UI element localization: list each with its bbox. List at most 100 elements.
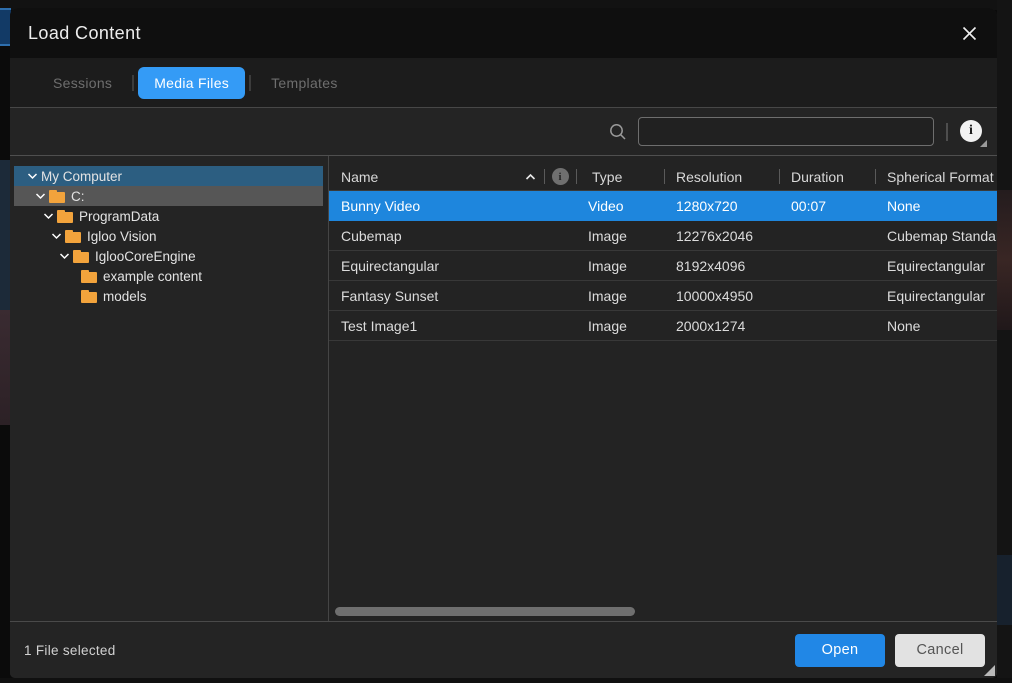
tree-item-label: C: <box>71 189 85 204</box>
corner-triangle-icon <box>980 140 987 147</box>
folder-icon <box>81 270 98 283</box>
tree-item-my-computer[interactable]: My Computer <box>14 166 323 186</box>
tree-item-label: example content <box>103 269 202 284</box>
cell-type: Image <box>576 221 664 250</box>
cell-resolution: 12276x2046 <box>664 221 779 250</box>
cell-name: Test Image1 <box>329 311 544 340</box>
tab-media-files[interactable]: Media Files <box>138 67 245 99</box>
cell-type: Video <box>576 191 664 220</box>
table-row-bunny-video[interactable]: Bunny Video Video1280x72000:07None <box>329 191 997 221</box>
column-header-resolution[interactable]: Resolution <box>664 163 779 190</box>
info-column-icon: i <box>552 168 569 185</box>
close-icon <box>962 26 977 41</box>
cell-duration: 00:07 <box>779 191 875 220</box>
sort-ascending-icon <box>525 173 536 181</box>
cell-name: Cubemap <box>329 221 544 250</box>
file-table: Name i Type Resolution Duration Spherica… <box>329 163 997 341</box>
cell-info <box>544 311 576 340</box>
table-row-fantasy-sunset[interactable]: Fantasy Sunset Image10000x4950 Equirectang… <box>329 281 997 311</box>
cell-info <box>544 191 576 220</box>
cell-spherical: None <box>875 191 997 220</box>
cell-type: Image <box>576 311 664 340</box>
chevron-down-icon[interactable] <box>32 192 49 200</box>
tree-item-igloocoreengine[interactable]: IglooCoreEngine <box>14 246 323 266</box>
chevron-down-icon[interactable] <box>56 252 73 260</box>
folder-icon <box>49 190 66 203</box>
background-image-sliver <box>0 160 10 310</box>
open-button[interactable]: Open <box>795 634 885 667</box>
tab-sessions[interactable]: Sessions <box>37 67 128 99</box>
background-image-sliver <box>997 190 1012 330</box>
file-tree: My Computer C: ProgramData Igloo Vision Iglo… <box>10 156 329 621</box>
column-header-duration[interactable]: Duration <box>779 163 875 190</box>
folder-icon <box>57 210 74 223</box>
search-toolbar: i <box>10 108 997 156</box>
table-row-equirectangular[interactable]: Equirectangular Image8192x4096 Equirectang… <box>329 251 997 281</box>
content-area: My Computer C: ProgramData Igloo Vision Iglo… <box>10 156 997 621</box>
tree-item-label: Igloo Vision <box>87 229 157 244</box>
tree-item-label: ProgramData <box>79 209 159 224</box>
table-row-cubemap[interactable]: Cubemap Image12276x2046 Cubemap Standard <box>329 221 997 251</box>
cell-spherical: Equirectangular <box>875 251 997 280</box>
tree-item-igloo-vision[interactable]: Igloo Vision <box>14 226 323 246</box>
load-content-dialog: Load Content Sessions Media Files Templa… <box>10 8 997 678</box>
search-icon <box>608 122 628 142</box>
column-header-info[interactable]: i <box>544 163 576 190</box>
cell-name: Fantasy Sunset <box>329 281 544 310</box>
cell-spherical: Cubemap Standard <box>875 221 997 250</box>
table-body: Bunny VideoVideo1280x72000:07NoneCubemap… <box>329 191 997 341</box>
cell-resolution: 2000x1274 <box>664 311 779 340</box>
tree-item-example-content[interactable]: example content <box>14 266 323 286</box>
cancel-button[interactable]: Cancel <box>895 634 985 667</box>
file-table-panel: Name i Type Resolution Duration Spherica… <box>329 156 997 621</box>
cell-name: Equirectangular <box>329 251 544 280</box>
tab-templates[interactable]: Templates <box>255 67 354 99</box>
background-app-bottom <box>0 678 1012 683</box>
cell-duration <box>779 251 875 280</box>
cell-name: Bunny Video <box>329 191 544 220</box>
selection-status: 1 File selected <box>24 643 116 658</box>
cell-spherical: Equirectangular <box>875 281 997 310</box>
column-header-type[interactable]: Type <box>576 163 664 190</box>
close-button[interactable] <box>955 19 983 47</box>
cell-type: Image <box>576 281 664 310</box>
background-image-sliver <box>0 310 10 425</box>
cell-resolution: 10000x4950 <box>664 281 779 310</box>
info-button[interactable]: i <box>960 120 984 144</box>
horizontal-scrollbar[interactable] <box>335 607 635 616</box>
column-header-name[interactable]: Name <box>329 163 544 190</box>
toolbar-separator <box>946 123 948 141</box>
cell-duration <box>779 311 875 340</box>
cell-resolution: 8192x4096 <box>664 251 779 280</box>
cell-duration <box>779 221 875 250</box>
tab-separator <box>249 75 251 91</box>
tree-item-label: models <box>103 289 147 304</box>
tree-item-programdata[interactable]: ProgramData <box>14 206 323 226</box>
tree-item-label: My Computer <box>41 169 122 184</box>
tab-separator <box>132 75 134 91</box>
dialog-titlebar: Load Content <box>10 8 997 58</box>
chevron-down-icon[interactable] <box>48 232 65 240</box>
cell-type: Image <box>576 251 664 280</box>
cell-resolution: 1280x720 <box>664 191 779 220</box>
cell-duration <box>779 281 875 310</box>
tree-item-c[interactable]: C: <box>14 186 323 206</box>
cell-info <box>544 251 576 280</box>
chevron-down-icon[interactable] <box>24 172 41 180</box>
tree-item-models[interactable]: models <box>14 286 323 306</box>
chevron-down-icon[interactable] <box>40 212 57 220</box>
cell-info <box>544 221 576 250</box>
table-row-test-image1[interactable]: Test Image1 Image2000x1274 None <box>329 311 997 341</box>
folder-icon <box>65 230 82 243</box>
search-input[interactable] <box>638 117 934 146</box>
tree-item-label: IglooCoreEngine <box>95 249 196 264</box>
table-header: Name i Type Resolution Duration Spherica… <box>329 163 997 191</box>
cell-info <box>544 281 576 310</box>
column-header-spherical-format[interactable]: Spherical Format <box>875 163 997 190</box>
folder-icon <box>73 250 90 263</box>
tab-bar: Sessions Media Files Templates <box>10 58 997 108</box>
cell-spherical: None <box>875 311 997 340</box>
resize-grip[interactable] <box>984 665 995 676</box>
dialog-title: Load Content <box>10 23 141 44</box>
info-icon: i <box>960 120 982 142</box>
